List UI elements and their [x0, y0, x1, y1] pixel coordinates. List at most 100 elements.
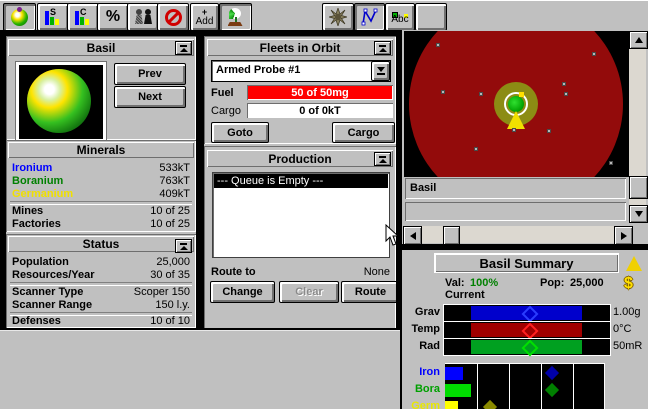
- mines-label: Mines: [12, 204, 44, 217]
- germ-label: Germ: [411, 400, 440, 409]
- production-queue-list[interactable]: --- Queue is Empty ---: [212, 172, 390, 258]
- grav-bar[interactable]: [443, 304, 611, 323]
- scroll-right-button[interactable]: [614, 226, 633, 245]
- percent-view-button[interactable]: %: [97, 3, 129, 31]
- grid-line: [477, 364, 478, 409]
- dropdown-arrow-button[interactable]: [371, 61, 390, 81]
- route-button[interactable]: Route: [341, 281, 396, 303]
- boranium-label: Boranium: [12, 174, 64, 187]
- scroll-left-button[interactable]: [403, 226, 422, 245]
- fleet-cargo-button[interactable]: Cargo: [332, 122, 395, 143]
- mines-value: 10 of 25: [150, 204, 190, 217]
- star-dot[interactable]: [441, 90, 445, 94]
- arrow-up-icon: [634, 37, 643, 43]
- current-label: Current: [445, 289, 485, 301]
- fleet-dropdown-value: Armed Probe #1: [216, 64, 301, 76]
- no-symbol-icon: [164, 8, 182, 26]
- factories-label: Factories: [12, 217, 61, 230]
- queue-empty-text: --- Queue is Empty ---: [217, 175, 324, 187]
- scanner-range-label: Scanner Range: [12, 298, 93, 311]
- planet-names-button[interactable]: Abc: [385, 3, 415, 31]
- selected-planet-dot[interactable]: [508, 96, 524, 112]
- minerals-title: Minerals: [76, 143, 126, 157]
- scroll-up-button[interactable]: [629, 31, 648, 49]
- germ-bar: [445, 401, 458, 409]
- planet-pane-title: Basil: [86, 40, 116, 55]
- pane-splitter[interactable]: [402, 244, 648, 250]
- planet-view-button[interactable]: [3, 3, 36, 31]
- star-dot[interactable]: [512, 128, 516, 132]
- collapse-production-pane-button[interactable]: [374, 152, 391, 166]
- route-path-icon: [361, 8, 377, 26]
- bar-chart-s-icon: S: [45, 7, 61, 25]
- route-to-label: Route to: [211, 266, 256, 278]
- germanium-label: Germanium: [12, 187, 74, 200]
- star-dot[interactable]: [474, 147, 478, 151]
- no-info-view-button[interactable]: [157, 3, 189, 31]
- star-dot[interactable]: [564, 92, 568, 96]
- bar-chart-c-icon: C: [75, 7, 91, 25]
- prev-planet-button[interactable]: Prev: [114, 63, 186, 85]
- bora-concentration-marker: [545, 382, 560, 398]
- production-pane-title: Production: [268, 151, 332, 166]
- change-production-button[interactable]: Change: [210, 281, 275, 303]
- fleets-in-orbit-pane: Fleets in Orbit Armed Probe #1 Fuel 50 o…: [204, 36, 396, 144]
- scanner-map[interactable]: [404, 31, 629, 177]
- vertical-scroll-thumb[interactable]: [629, 176, 648, 199]
- route-view-button[interactable]: [354, 3, 385, 31]
- collapse-status-pane-button[interactable]: [175, 239, 192, 253]
- star-dot[interactable]: [562, 82, 566, 86]
- add-waypoint-button[interactable]: + Add: [190, 3, 219, 31]
- grid-line: [573, 364, 574, 409]
- iron-concentration-marker: [545, 365, 560, 381]
- mineral-graph[interactable]: [445, 363, 605, 409]
- star-dot[interactable]: [547, 129, 551, 133]
- star-dot[interactable]: [436, 43, 440, 47]
- star-dot[interactable]: [479, 92, 483, 96]
- blank-toolbar-button[interactable]: [415, 3, 447, 31]
- fleet-marker-dot[interactable]: [519, 92, 524, 97]
- defenses-value: 10 of 10: [150, 314, 190, 327]
- cargo-gauge[interactable]: 0 of 0kT: [247, 103, 393, 118]
- rad-value: 50mR: [613, 340, 643, 352]
- secondary-name-field: [405, 202, 626, 221]
- minefield-view-button[interactable]: [322, 3, 354, 31]
- next-planet-button[interactable]: Next: [114, 86, 186, 108]
- temp-bar[interactable]: [443, 321, 611, 340]
- temp-value: 0°C: [613, 323, 632, 335]
- horizontal-scroll-thumb[interactable]: [443, 226, 460, 245]
- fleet-dropdown[interactable]: Armed Probe #1: [211, 60, 391, 82]
- planet-image-frame: [16, 62, 106, 142]
- population-view-button[interactable]: [127, 3, 159, 31]
- window-background: [0, 330, 400, 409]
- arrow-right-icon: [620, 231, 627, 240]
- goto-button[interactable]: Goto: [211, 122, 269, 143]
- cargo-gauge-text: 0 of 0kT: [299, 104, 341, 117]
- rad-bar[interactable]: [443, 338, 611, 357]
- arrow-down-icon: [634, 211, 643, 217]
- clear-button-label: Clear: [295, 286, 323, 298]
- star-dot[interactable]: [592, 52, 596, 56]
- scroll-down-button[interactable]: [629, 205, 648, 223]
- dollars-icon[interactable]: $: [624, 275, 633, 293]
- status-title: Status: [82, 237, 120, 251]
- scanner-view-button[interactable]: [219, 3, 252, 31]
- status-row: Scanner Range 150 l.y.: [12, 298, 190, 311]
- fuel-label: Fuel: [211, 87, 234, 99]
- grid-line: [541, 364, 542, 409]
- map-vertical-scrollbar[interactable]: [629, 31, 648, 223]
- planet-name-field[interactable]: Basil: [405, 178, 626, 199]
- star-dot[interactable]: [609, 161, 613, 165]
- scanner-summary-pane: Basil Basil Summary Val: 100% Pop: 25,00…: [402, 30, 648, 409]
- minefield-icon: [329, 8, 347, 26]
- rad-label: Rad: [419, 340, 440, 352]
- fuel-gauge-text: 50 of 50mg: [291, 86, 349, 99]
- queue-empty-row[interactable]: --- Queue is Empty ---: [214, 174, 388, 188]
- clear-production-button[interactable]: Clear: [279, 281, 339, 303]
- map-horizontal-scrollbar[interactable]: [403, 226, 633, 245]
- surface-minerals-chart-button[interactable]: S: [37, 3, 69, 31]
- concentration-chart-button[interactable]: C: [67, 3, 99, 31]
- collapse-fleets-pane-button[interactable]: [374, 41, 391, 55]
- collapse-planet-pane-button[interactable]: [175, 41, 192, 55]
- summary-up-arrow-icon[interactable]: [626, 256, 642, 271]
